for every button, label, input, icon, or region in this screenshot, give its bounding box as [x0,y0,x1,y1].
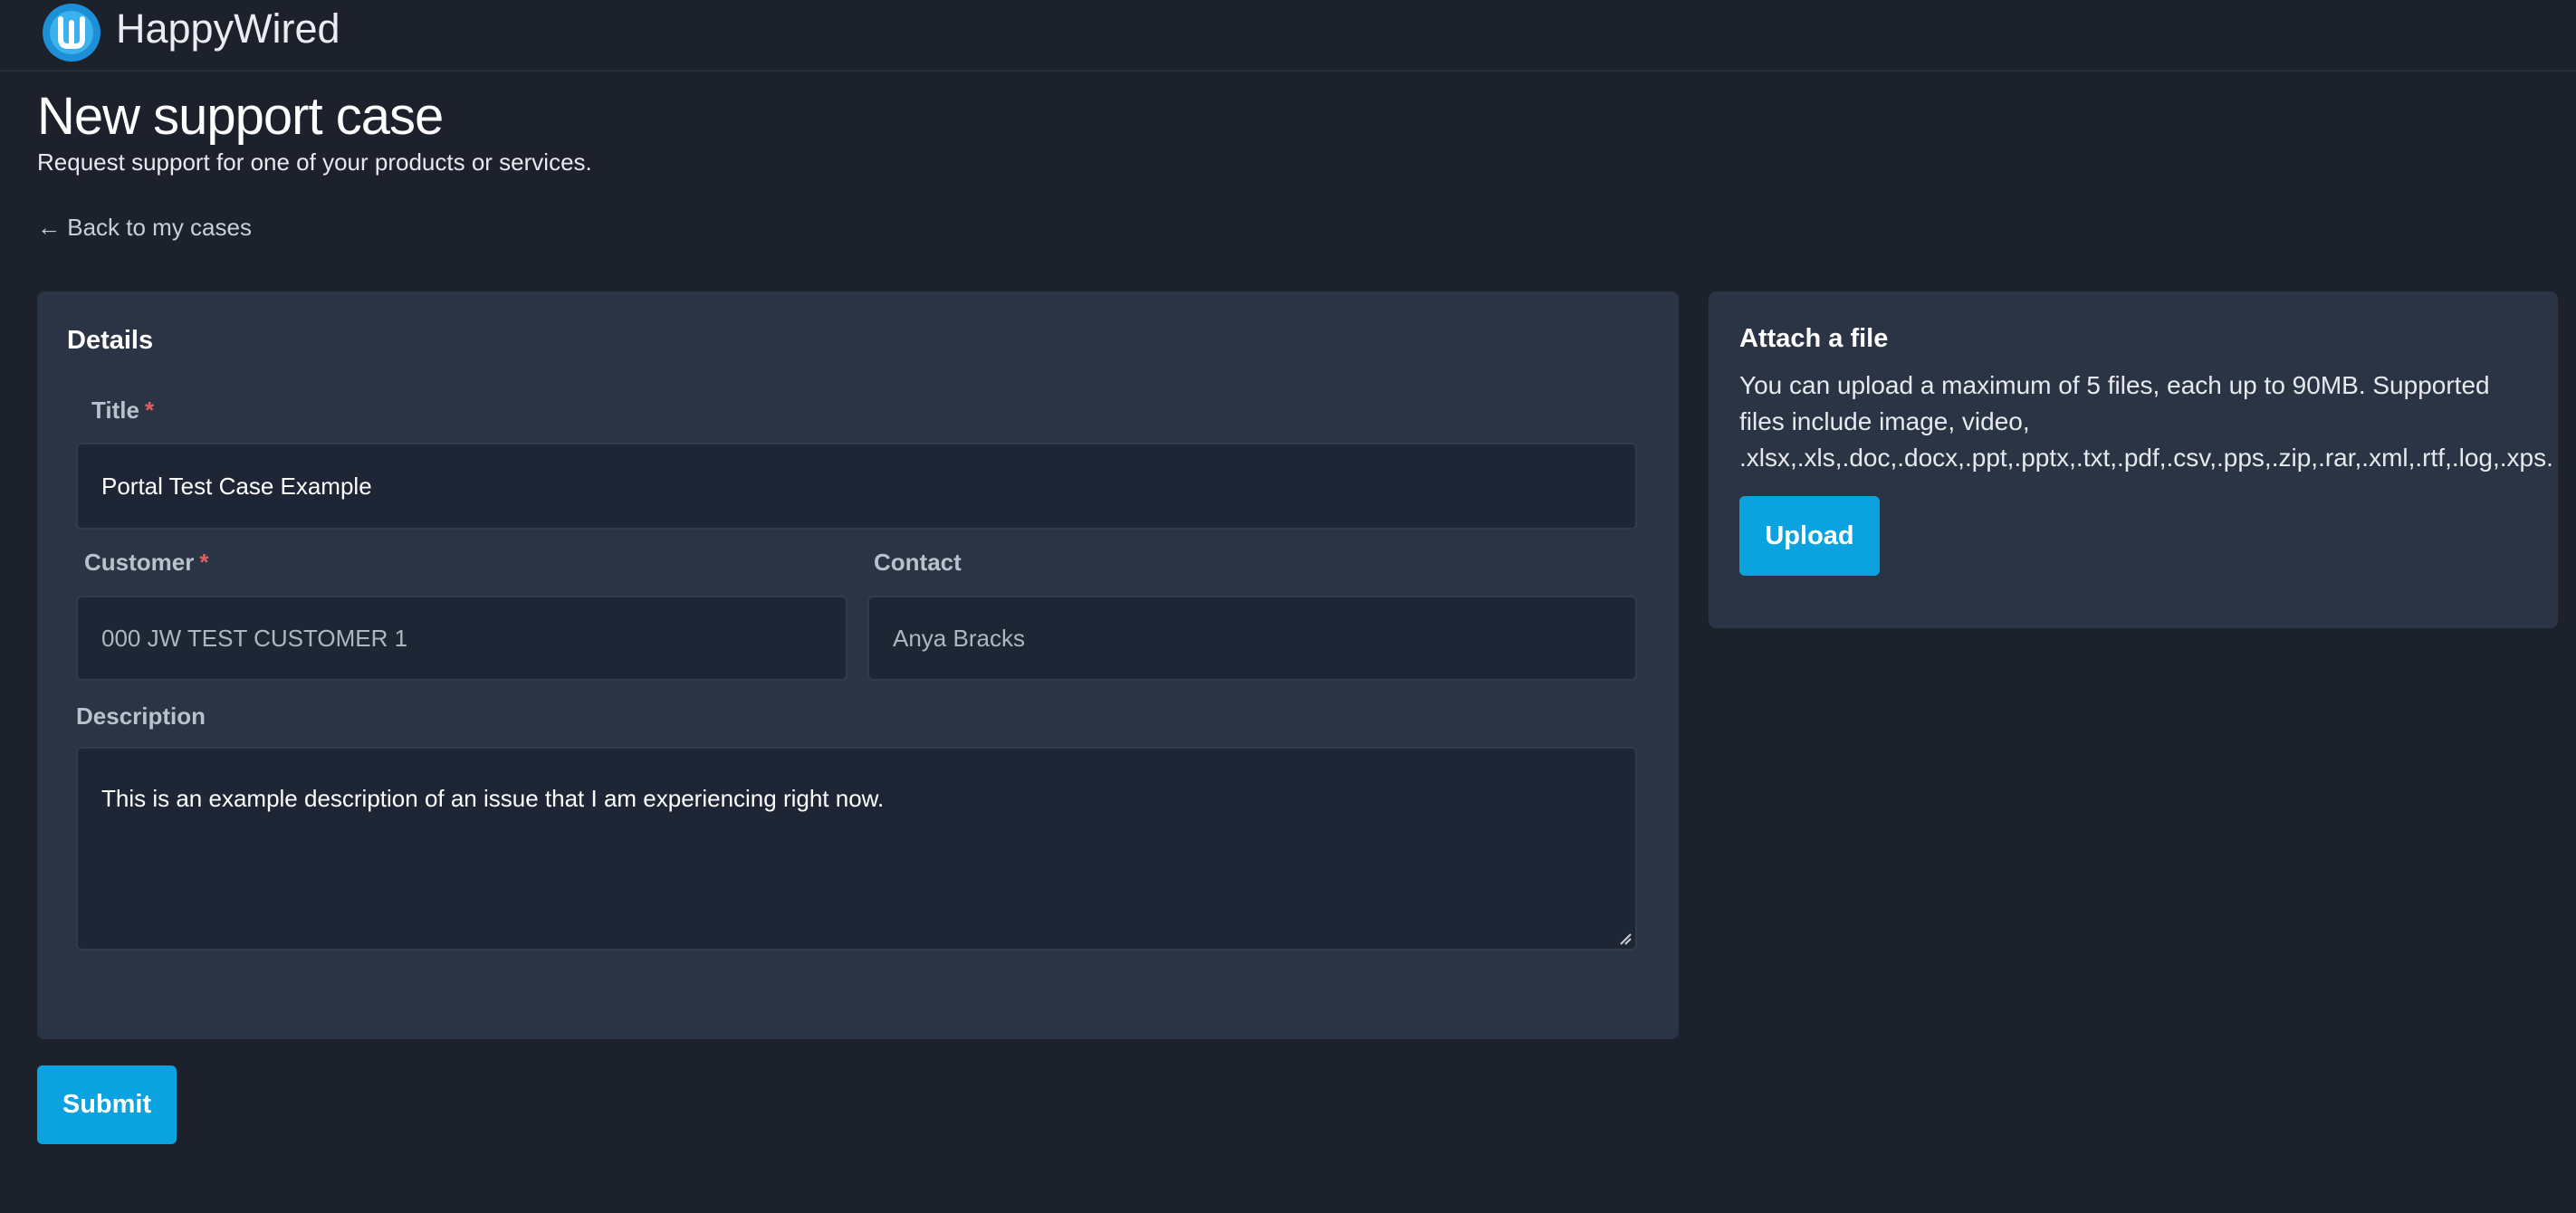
page-title: New support case [37,87,444,146]
title-label-text: Title [91,396,139,424]
contact-label: Contact [874,549,962,576]
required-marker: * [199,549,209,576]
attach-file-card: Attach a file You can upload a maximum o… [1709,291,2558,628]
contact-field-value: Anya Bracks [893,625,1025,652]
attach-instructions-line: .xlsx,.xls,.doc,.docx,.ppt,.pptx,.txt,.p… [1739,444,2553,472]
resize-grip-icon[interactable] [1619,932,1632,945]
description-label: Description [76,702,206,730]
details-heading: Details [67,326,154,355]
attach-instructions-line: files include image, video, [1739,407,2030,435]
title-label: Title * [91,395,154,425]
back-to-cases-link[interactable]: ← Back to my cases [37,212,252,243]
page-subtitle: Request support for one of your products… [37,148,592,176]
attach-instructions: You can upload a maximum of 5 files, eac… [1739,368,2553,476]
submit-button[interactable]: Submit [37,1065,177,1144]
top-bar: HappyWired [0,0,2576,72]
attach-heading: Attach a file [1739,324,1889,353]
contact-field[interactable]: Anya Bracks [867,596,1637,681]
description-value: This is an example description of an iss… [101,785,885,812]
customer-label-text: Customer [84,549,195,576]
attach-instructions-line: You can upload a maximum of 5 files, eac… [1739,371,2490,399]
description-textarea[interactable]: This is an example description of an iss… [76,747,1637,950]
title-input-value: Portal Test Case Example [101,473,372,500]
upload-button[interactable]: Upload [1739,496,1880,576]
customer-field[interactable]: 000 JW TEST CUSTOMER 1 [76,596,847,681]
title-input[interactable]: Portal Test Case Example [76,443,1637,530]
details-card: Details Title * Portal Test Case Example … [37,291,1679,1039]
happywired-logo-icon[interactable] [42,3,101,62]
customer-label: Customer * [84,547,208,578]
brand-name[interactable]: HappyWired [116,4,340,54]
customer-field-value: 000 JW TEST CUSTOMER 1 [101,625,408,652]
required-marker: * [144,396,155,424]
